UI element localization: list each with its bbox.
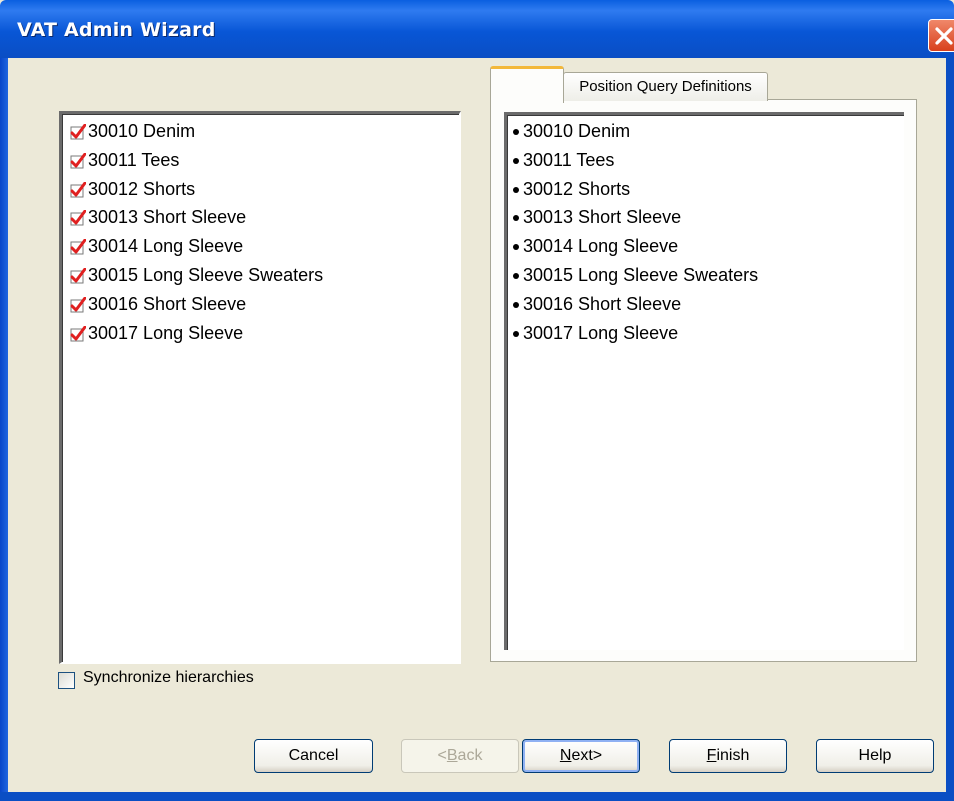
red-check-icon[interactable] bbox=[70, 181, 86, 198]
right-list-item-label: 30015 Long Sleeve Sweaters bbox=[523, 265, 759, 285]
right-list-item-label: 30011 Tees bbox=[523, 149, 615, 170]
finish-mnemonic: F bbox=[706, 747, 717, 764]
finish-label-rest: inish bbox=[716, 747, 750, 764]
left-list-item-label: 30010 Denim bbox=[88, 121, 196, 141]
right-list-item-label: 30012 Shorts bbox=[523, 178, 631, 199]
window-title: VAT Admin Wizard bbox=[17, 19, 216, 41]
cancel-label: Cancel bbox=[288, 747, 339, 764]
window-frame-left bbox=[0, 58, 8, 801]
next-label-rest: ext> bbox=[571, 747, 603, 764]
left-list-item-label: 30014 Long Sleeve bbox=[88, 236, 244, 257]
red-check-icon[interactable] bbox=[70, 210, 86, 226]
red-check-icon[interactable] bbox=[70, 124, 86, 140]
title-bar[interactable]: VAT Admin Wizard bbox=[0, 0, 954, 58]
left-list-item-label: 30012 Shorts bbox=[88, 178, 196, 199]
window-frame-bottom bbox=[0, 792, 954, 801]
red-check-icon[interactable] bbox=[70, 268, 86, 284]
right-list-item-label: 30013 Short Sleeve bbox=[523, 207, 682, 228]
tab-position-query-definitions[interactable]: Position Query Definitions bbox=[563, 72, 768, 101]
back-button[interactable]: <Back bbox=[401, 739, 519, 773]
close-icon bbox=[935, 27, 953, 45]
window-frame-right bbox=[946, 58, 954, 801]
red-check-icon[interactable] bbox=[70, 325, 86, 342]
next-mnemonic: N bbox=[559, 747, 572, 764]
help-button[interactable]: Help bbox=[816, 739, 934, 773]
left-list-item-label: 30017 Long Sleeve bbox=[88, 322, 244, 343]
right-list-item-label: 30014 Long Sleeve bbox=[523, 236, 679, 257]
bullet-icon bbox=[513, 301, 519, 308]
cancel-button[interactable]: Cancel bbox=[254, 739, 373, 773]
left-list-item-label: 30016 Short Sleeve bbox=[88, 293, 247, 314]
right-list-item-label: 30017 Long Sleeve bbox=[523, 322, 679, 343]
bullet-icon bbox=[513, 330, 519, 337]
red-check-icon[interactable] bbox=[70, 296, 86, 313]
right-list-item-label: 30010 Denim bbox=[523, 121, 631, 141]
left-list-item-label: 30015 Long Sleeve Sweaters bbox=[88, 265, 324, 285]
synchronize-hierarchies-checkbox[interactable] bbox=[58, 672, 75, 689]
right-list-item-label: 30016 Short Sleeve bbox=[523, 293, 682, 314]
bullet-icon bbox=[513, 129, 519, 135]
bullet-icon bbox=[513, 186, 519, 193]
tab-position-query-label: Position Query Definitions bbox=[579, 78, 752, 95]
red-check-icon[interactable] bbox=[70, 152, 86, 169]
left-list-item-label: 30011 Tees bbox=[88, 149, 180, 170]
back-mnemonic: B bbox=[446, 747, 458, 764]
wizard-window: VAT Admin Wizard 30010 Denim 30011 Tees 30… bbox=[0, 0, 954, 801]
left-list-item-label: 30013 Short Sleeve bbox=[88, 207, 247, 228]
bullet-icon bbox=[513, 273, 519, 279]
synchronize-hierarchies-label[interactable]: Synchronize hierarchies bbox=[83, 669, 254, 687]
finish-button[interactable]: Finish bbox=[669, 739, 787, 773]
back-label-rest: ack bbox=[457, 747, 483, 764]
bullet-icon bbox=[513, 157, 519, 164]
red-check-icon[interactable] bbox=[70, 239, 86, 255]
tab-blank-active[interactable] bbox=[490, 66, 564, 103]
help-label: Help bbox=[858, 747, 892, 764]
close-button[interactable] bbox=[928, 19, 954, 52]
back-arrow-label: < bbox=[437, 747, 447, 764]
next-button[interactable]: Next> bbox=[522, 739, 640, 773]
